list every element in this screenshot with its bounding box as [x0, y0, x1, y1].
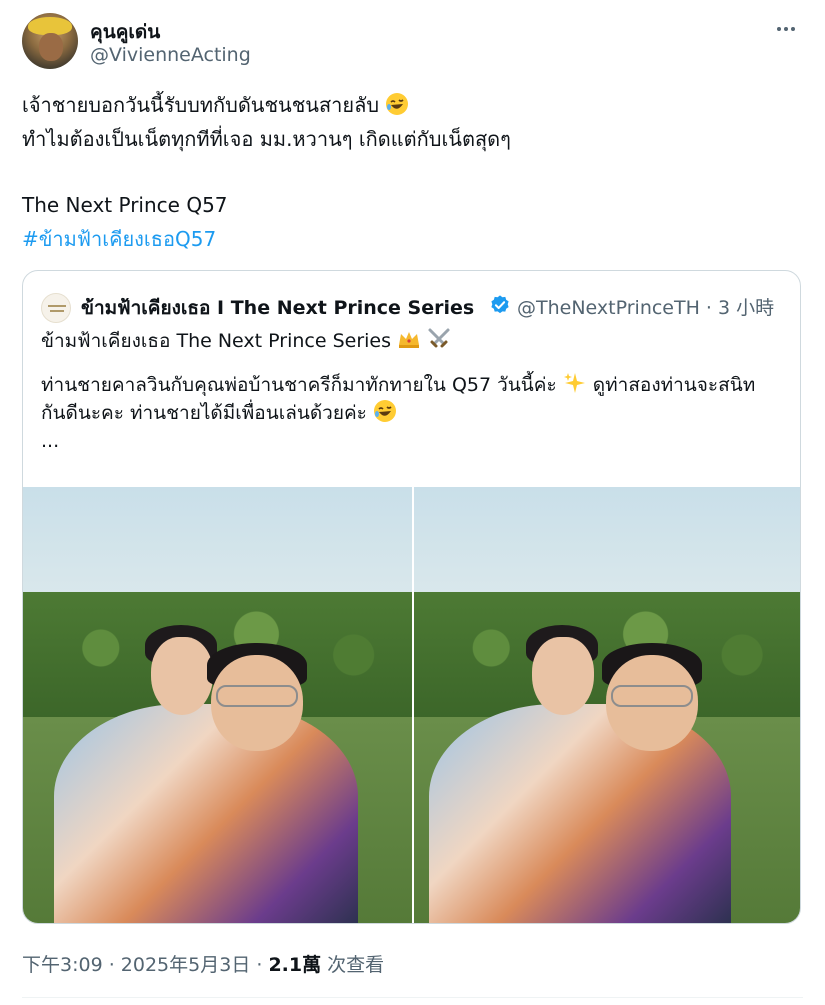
quoted-tweet-card[interactable]: ข้ามฟ้าเคียงเธอ I The Next Prince Series… [22, 270, 801, 924]
tweet-header: คุนคูเด่น @VivienneActing [22, 13, 803, 71]
tweet-line-2: ทำไมต้องเป็นเน็ตทุกทีที่เจอ มม.หวานๆ เกิ… [22, 127, 511, 151]
quoted-ellipsis: ... [41, 430, 60, 452]
quoted-header: ข้ามฟ้าเคียงเธอ I The Next Prince Series… [41, 291, 786, 323]
author-display-name[interactable]: คุนคูเด่น [90, 17, 160, 47]
glasses [611, 685, 693, 707]
divider [22, 997, 803, 998]
quoted-account-logo [41, 293, 71, 323]
glasses [216, 685, 298, 707]
quoted-handle-time: @TheNextPrinceTH · 3 小時 [517, 297, 775, 319]
tweet-title-line: The Next Prince Q57 [22, 193, 228, 217]
sparkles-emoji-icon [563, 373, 585, 393]
more-options-icon[interactable] [771, 17, 801, 41]
avatar-face [39, 33, 63, 61]
quoted-line-2: ท่านชายคาลวินกับคุณพ่อบ้านชาครีก็มาทักทา… [41, 374, 557, 396]
quoted-text: ข้ามฟ้าเคียงเธอ The Next Prince Series ท… [41, 327, 786, 455]
crown-emoji-icon [399, 332, 420, 348]
tweet-meta: 下午3:09 · 2025年5月3日 · 2.1萬 次查看 [22, 950, 384, 977]
photo-right[interactable] [414, 487, 800, 923]
quoted-line-3: กันดีนะคะ ท่านชายได้มีเพื่อนเล่นด้วยค่ะ [41, 402, 367, 424]
tweet-timestamp[interactable]: 下午3:09 · 2025年5月3日 · [22, 954, 268, 976]
person-face [151, 637, 213, 715]
tweet-line-1: เจ้าชายบอกวันนี้รับบทกับดันชนชนสายลับ [22, 93, 380, 117]
quoted-photos [23, 487, 800, 923]
quoted-display-name: ข้ามฟ้าเคียงเธอ I The Next Prince Series [81, 297, 475, 319]
crossed-swords-emoji-icon [428, 328, 450, 348]
verified-badge-icon [491, 295, 509, 314]
tweet-hashtag[interactable]: #ข้ามฟ้าเคียงเธอQ57 [22, 222, 802, 256]
photo-left[interactable] [23, 487, 412, 923]
tweet-text: เจ้าชายบอกวันนี้รับบทกับดันชนชนสายลับ ทำ… [22, 88, 802, 256]
views-label: 次查看 [321, 954, 385, 976]
quoted-line-2b: ดูท่าสองท่านจะสนิท [592, 374, 756, 396]
views-count: 2.1萬 [268, 954, 322, 976]
quoted-line-1: ข้ามฟ้าเคียงเธอ The Next Prince Series [41, 330, 391, 352]
rolling-on-floor-laughing-emoji-icon [373, 400, 396, 422]
rolling-on-floor-laughing-emoji-icon [386, 93, 409, 115]
blanket [54, 704, 358, 923]
avatar[interactable] [22, 13, 78, 69]
person-face [532, 637, 594, 715]
author-handle[interactable]: @VivienneActing [90, 44, 251, 66]
